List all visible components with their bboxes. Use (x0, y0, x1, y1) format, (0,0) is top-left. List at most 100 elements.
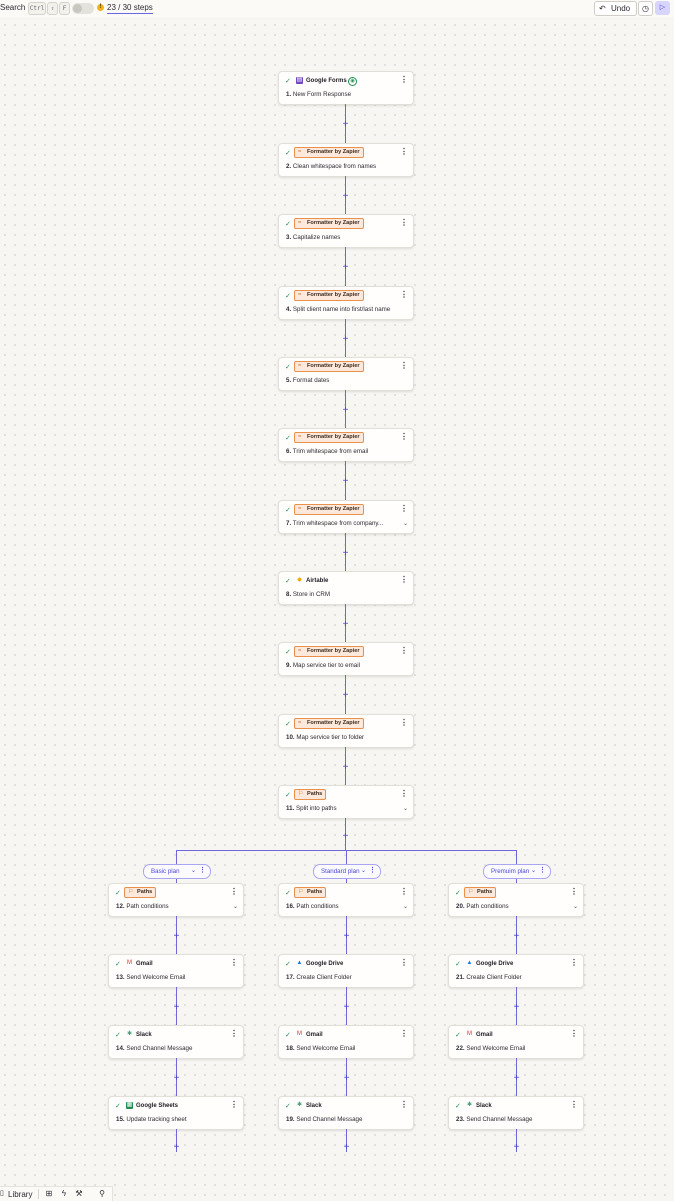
step-card[interactable]: ✓ ≈ Formatter by Zapier 7. Trim whitespace … (278, 500, 414, 534)
add-step-button[interactable]: + (512, 932, 521, 942)
add-step-button[interactable]: + (341, 620, 350, 630)
more-options-icon[interactable]: ⋮ (400, 433, 408, 441)
add-step-button[interactable]: + (172, 1143, 181, 1153)
wrench-icon[interactable]: ⚒ (74, 1189, 84, 1199)
chevron-down-icon[interactable]: ⌄ (361, 867, 366, 876)
chevron-down-icon[interactable]: ⌄ (191, 867, 196, 876)
step-card[interactable]: ✓ ≈ Formatter by Zapier 2. Clean whitespace… (278, 143, 414, 177)
more-options-icon[interactable]: ⋮ (400, 219, 408, 227)
app-badge: ≈ Formatter by Zapier (294, 646, 364, 657)
step-card[interactable]: ✓ ≈ Formatter by Zapier 10. Map service tie… (278, 714, 414, 748)
step-card[interactable]: ✓ ▲ Google Drive 17. Create Client Folder ⋮ (278, 954, 414, 988)
chevron-down-icon[interactable]: ⌄ (403, 903, 408, 910)
chevron-down-icon[interactable]: ⌄ (403, 520, 408, 527)
add-step-button[interactable]: + (341, 192, 350, 202)
history-icon[interactable]: ◷ (638, 1, 653, 16)
more-options-icon[interactable]: ⋮ (400, 647, 408, 655)
add-step-button[interactable]: + (512, 1074, 521, 1084)
search-label[interactable]: Search (0, 3, 25, 12)
check-icon: ✓ (285, 435, 291, 442)
more-options-icon[interactable]: ⋮ (400, 719, 408, 727)
more-options-icon[interactable]: ⋮ (400, 1030, 408, 1038)
step-card[interactable]: ✓ ≈ Formatter by Zapier 3. Capitalize names… (278, 214, 414, 248)
library-button[interactable]: Library (8, 1190, 32, 1199)
step-card[interactable]: ✓ ⚐ Paths 20. Path conditions ⋮ ⌄ (448, 883, 584, 917)
more-options-icon[interactable]: ⋮ (570, 1101, 578, 1109)
app-name: Slack (136, 1032, 152, 1038)
add-step-button[interactable]: + (341, 477, 350, 487)
step-card[interactable]: ✓ M Gmail 13. Send Welcome Email ⋮ (108, 954, 244, 988)
more-options-icon[interactable]: ⋮ (400, 1101, 408, 1109)
add-step-button[interactable]: + (341, 763, 350, 773)
add-step-button[interactable]: + (341, 549, 350, 559)
step-card[interactable]: ✓ ▤ Google Forms ◉ 1. New Form Response ⋮ (278, 71, 414, 105)
add-step-button[interactable]: + (342, 1074, 351, 1084)
search-icon[interactable]: ⚲ (97, 1189, 107, 1199)
more-options-icon[interactable]: ⋮ (400, 576, 408, 584)
more-options-icon[interactable]: ⋮ (570, 1030, 578, 1038)
step-card[interactable]: ✓ ≈ Formatter by Zapier 6. Trim whitespace … (278, 428, 414, 462)
chevron-down-icon[interactable]: ⌄ (531, 867, 536, 876)
more-options-icon[interactable]: ⋮ (230, 1030, 238, 1038)
step-count[interactable]: 23 / 30 steps (107, 3, 153, 14)
add-step-button[interactable]: + (341, 832, 350, 842)
add-step-button[interactable]: + (172, 932, 181, 942)
add-step-button[interactable]: + (342, 1003, 351, 1013)
add-step-button[interactable]: + (341, 406, 350, 416)
step-card[interactable]: ✓ ✱ Slack 23. Send Channel Message ⋮ (448, 1096, 584, 1130)
add-step-button[interactable]: + (341, 120, 350, 130)
divider (38, 1189, 39, 1199)
more-options-icon[interactable]: ⋮ (230, 1101, 238, 1109)
add-step-button[interactable]: + (341, 263, 350, 273)
more-options-icon[interactable]: ⋮ (199, 866, 206, 876)
apps-icon[interactable]: ⊞ (44, 1189, 54, 1199)
more-options-icon[interactable]: ⋮ (369, 866, 376, 876)
step-card[interactable]: ✓ ⚐ Paths 11. Split into paths ⋮ ⌄ (278, 785, 414, 819)
step-card[interactable]: ✓ M Gmail 22. Send Welcome Email ⋮ (448, 1025, 584, 1059)
chevron-down-icon[interactable]: ⌄ (403, 805, 408, 812)
step-card[interactable]: ✓ ⚐ Paths 16. Path conditions ⋮ ⌄ (278, 883, 414, 917)
add-step-button[interactable]: + (341, 335, 350, 345)
add-step-button[interactable]: + (342, 1143, 351, 1153)
step-card[interactable]: ✓ ▲ Google Drive 21. Create Client Folder ⋮ (448, 954, 584, 988)
more-options-icon[interactable]: ⋮ (230, 959, 238, 967)
more-options-icon[interactable]: ⋮ (400, 888, 408, 896)
more-options-icon[interactable]: ⋮ (400, 790, 408, 798)
more-options-icon[interactable]: ⋮ (400, 505, 408, 513)
undo-button[interactable]: ↶ Undo (594, 1, 637, 16)
app-name: Paths (477, 889, 493, 895)
more-options-icon[interactable]: ⋮ (400, 959, 408, 967)
branch-label[interactable]: Basic plan ⌄ ⋮ (143, 864, 211, 879)
step-card[interactable]: ✓ ≈ Formatter by Zapier 4. Split client nam… (278, 286, 414, 320)
branch-label[interactable]: Premuim plan ⌄ ⋮ (483, 864, 551, 879)
toggle-switch[interactable] (72, 3, 94, 14)
chevron-down-icon[interactable]: ⌄ (233, 903, 238, 910)
more-options-icon[interactable]: ⋮ (400, 291, 408, 299)
add-step-button[interactable]: + (172, 1074, 181, 1084)
add-step-button[interactable]: + (512, 1143, 521, 1153)
more-options-icon[interactable]: ⋮ (539, 866, 546, 876)
add-step-button[interactable]: + (342, 932, 351, 942)
more-options-icon[interactable]: ⋮ (400, 76, 408, 84)
step-card[interactable]: ✓ ⚐ Paths 12. Path conditions ⋮ ⌄ (108, 883, 244, 917)
step-card[interactable]: ✓ ≈ Formatter by Zapier 9. Map service tier… (278, 642, 414, 676)
more-options-icon[interactable]: ⋮ (570, 888, 578, 896)
step-card[interactable]: ✓ ▦ Google Sheets 15. Update tracking sheet… (108, 1096, 244, 1130)
more-options-icon[interactable]: ⋮ (400, 362, 408, 370)
add-step-button[interactable]: + (341, 691, 350, 701)
add-step-button[interactable]: + (512, 1003, 521, 1013)
bolt-icon[interactable]: ϟ (59, 1189, 69, 1199)
chevron-down-icon[interactable]: ⌄ (573, 903, 578, 910)
more-options-icon[interactable]: ⋮ (570, 959, 578, 967)
step-card[interactable]: ✓ ✱ Slack 14. Send Channel Message ⋮ (108, 1025, 244, 1059)
add-step-button[interactable]: + (172, 1003, 181, 1013)
step-card[interactable]: ✓ ✱ Slack 19. Send Channel Message ⋮ (278, 1096, 414, 1130)
step-card[interactable]: ✓ ≈ Formatter by Zapier 5. Format dates ⋮ (278, 357, 414, 391)
more-options-icon[interactable]: ⋮ (400, 148, 408, 156)
branch-label[interactable]: Standard plan ⌄ ⋮ (313, 864, 381, 879)
trigger-settings-icon[interactable]: ◉ (348, 77, 357, 86)
more-options-icon[interactable]: ⋮ (230, 888, 238, 896)
step-card[interactable]: ✓ ◆ Airtable 8. Store in CRM ⋮ (278, 571, 414, 605)
step-card[interactable]: ✓ M Gmail 18. Send Welcome Email ⋮ (278, 1025, 414, 1059)
play-icon[interactable]: ▷ (655, 1, 670, 15)
